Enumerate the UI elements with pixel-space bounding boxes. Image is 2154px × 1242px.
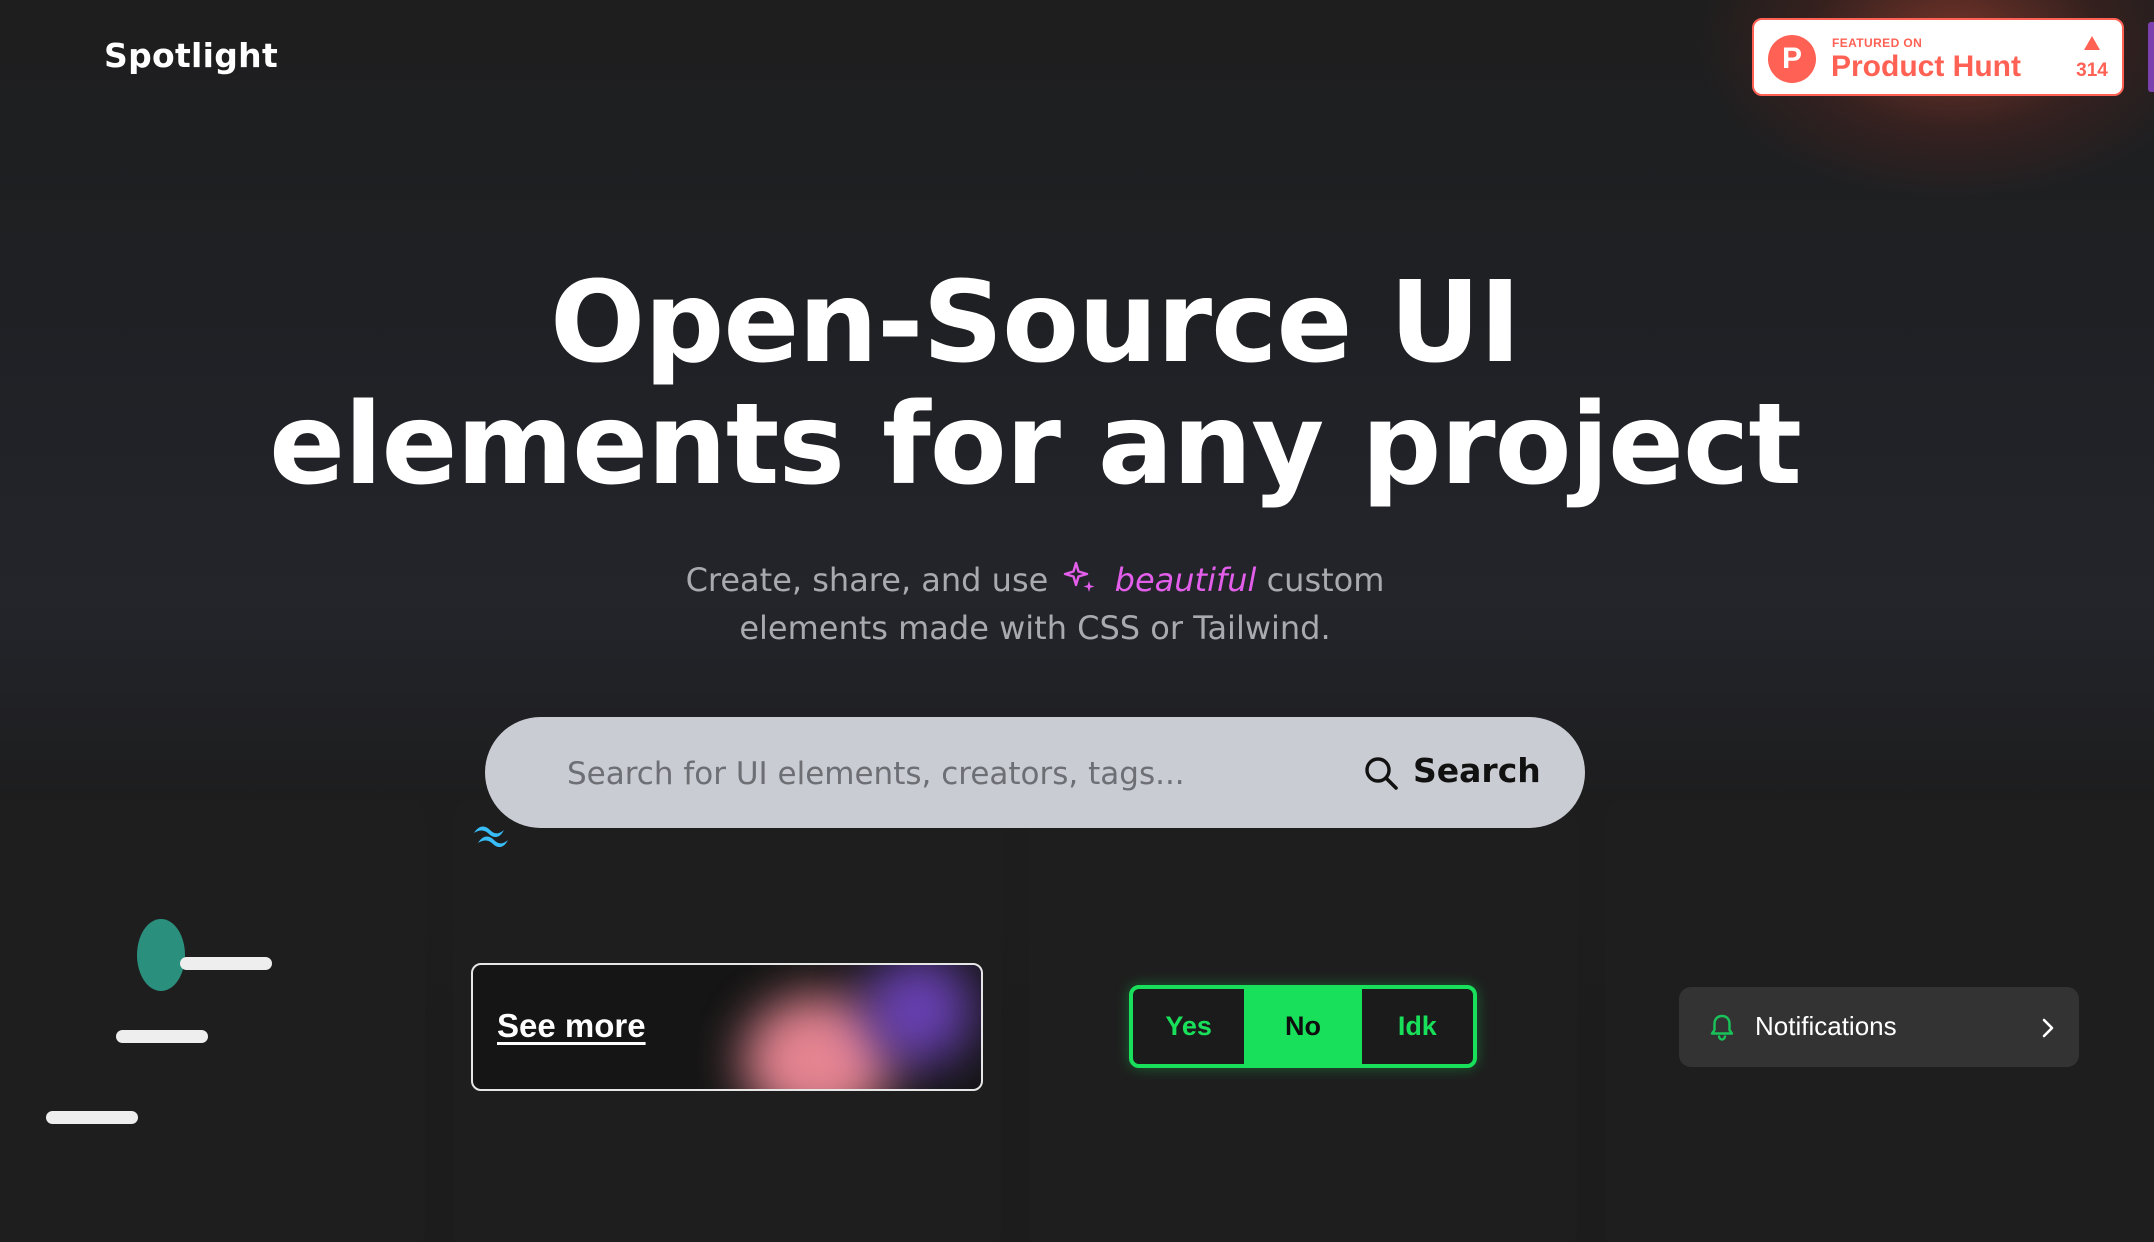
hero-subtitle-part-2: custom <box>1266 561 1385 599</box>
toggle-option-idk[interactable]: Idk <box>1362 989 1473 1064</box>
product-hunt-logo-icon: P <box>1768 35 1816 83</box>
search-button-label: Search <box>1413 751 1541 790</box>
loader-line <box>116 1030 208 1043</box>
chevron-right-icon <box>2042 1018 2054 1038</box>
product-hunt-logo-letter: P <box>1781 42 1802 75</box>
hero-subtitle-highlight: beautiful <box>1114 561 1257 599</box>
product-hunt-name: Product Hunt <box>1831 50 2021 83</box>
element-card-loader[interactable] <box>0 800 425 1242</box>
loader-blob <box>137 919 185 991</box>
gradient-blob-purple <box>863 965 973 1065</box>
bell-icon <box>1710 1014 1734 1041</box>
product-hunt-featured-label: FEATURED ON <box>1832 36 1923 50</box>
upvote-arrow-icon <box>2084 36 2100 50</box>
search-bar: Search <box>485 717 1585 828</box>
search-input[interactable] <box>565 743 1329 805</box>
yes-no-idk-toggle[interactable]: Yes No Idk <box>1129 985 1477 1068</box>
tailwind-icon <box>474 826 508 848</box>
upvote-count: 314 <box>2076 60 2108 81</box>
hero-subtitle: Create, share, and use beautiful custom … <box>0 556 2070 652</box>
page: Spotlight P FEATURED ON Product Hunt 314… <box>0 0 2154 1242</box>
product-hunt-badge[interactable]: P FEATURED ON Product Hunt 314 <box>1752 18 2124 96</box>
toggle-option-no[interactable]: No <box>1247 989 1362 1064</box>
hero-title-line-2: elements for any project <box>269 380 1802 510</box>
hero-subtitle-line-1: Create, share, and use beautiful custom <box>0 556 2070 604</box>
hero-subtitle-line-2: elements made with CSS or Tailwind. <box>739 609 1331 647</box>
edge-tab <box>2148 22 2154 92</box>
loader-line <box>46 1111 138 1124</box>
hero-title: Open-Source UI elements for any project <box>0 262 2070 506</box>
hero-subtitle-part-1: Create, share, and use <box>685 561 1049 599</box>
search-icon <box>1365 757 1398 790</box>
see-more-button[interactable]: See more <box>471 963 983 1091</box>
toggle-option-yes[interactable]: Yes <box>1133 989 1248 1064</box>
hero-title-line-1: Open-Source UI <box>549 258 1521 388</box>
notifications-label: Notifications <box>1755 1011 1897 1041</box>
sparkle-icon <box>1064 561 1095 592</box>
see-more-label: See more <box>497 1007 646 1044</box>
loader-line <box>180 957 272 970</box>
search-button[interactable]: Search <box>1363 741 1553 805</box>
site-logo[interactable]: Spotlight <box>104 36 278 75</box>
notifications-button[interactable]: Notifications <box>1679 987 2079 1067</box>
